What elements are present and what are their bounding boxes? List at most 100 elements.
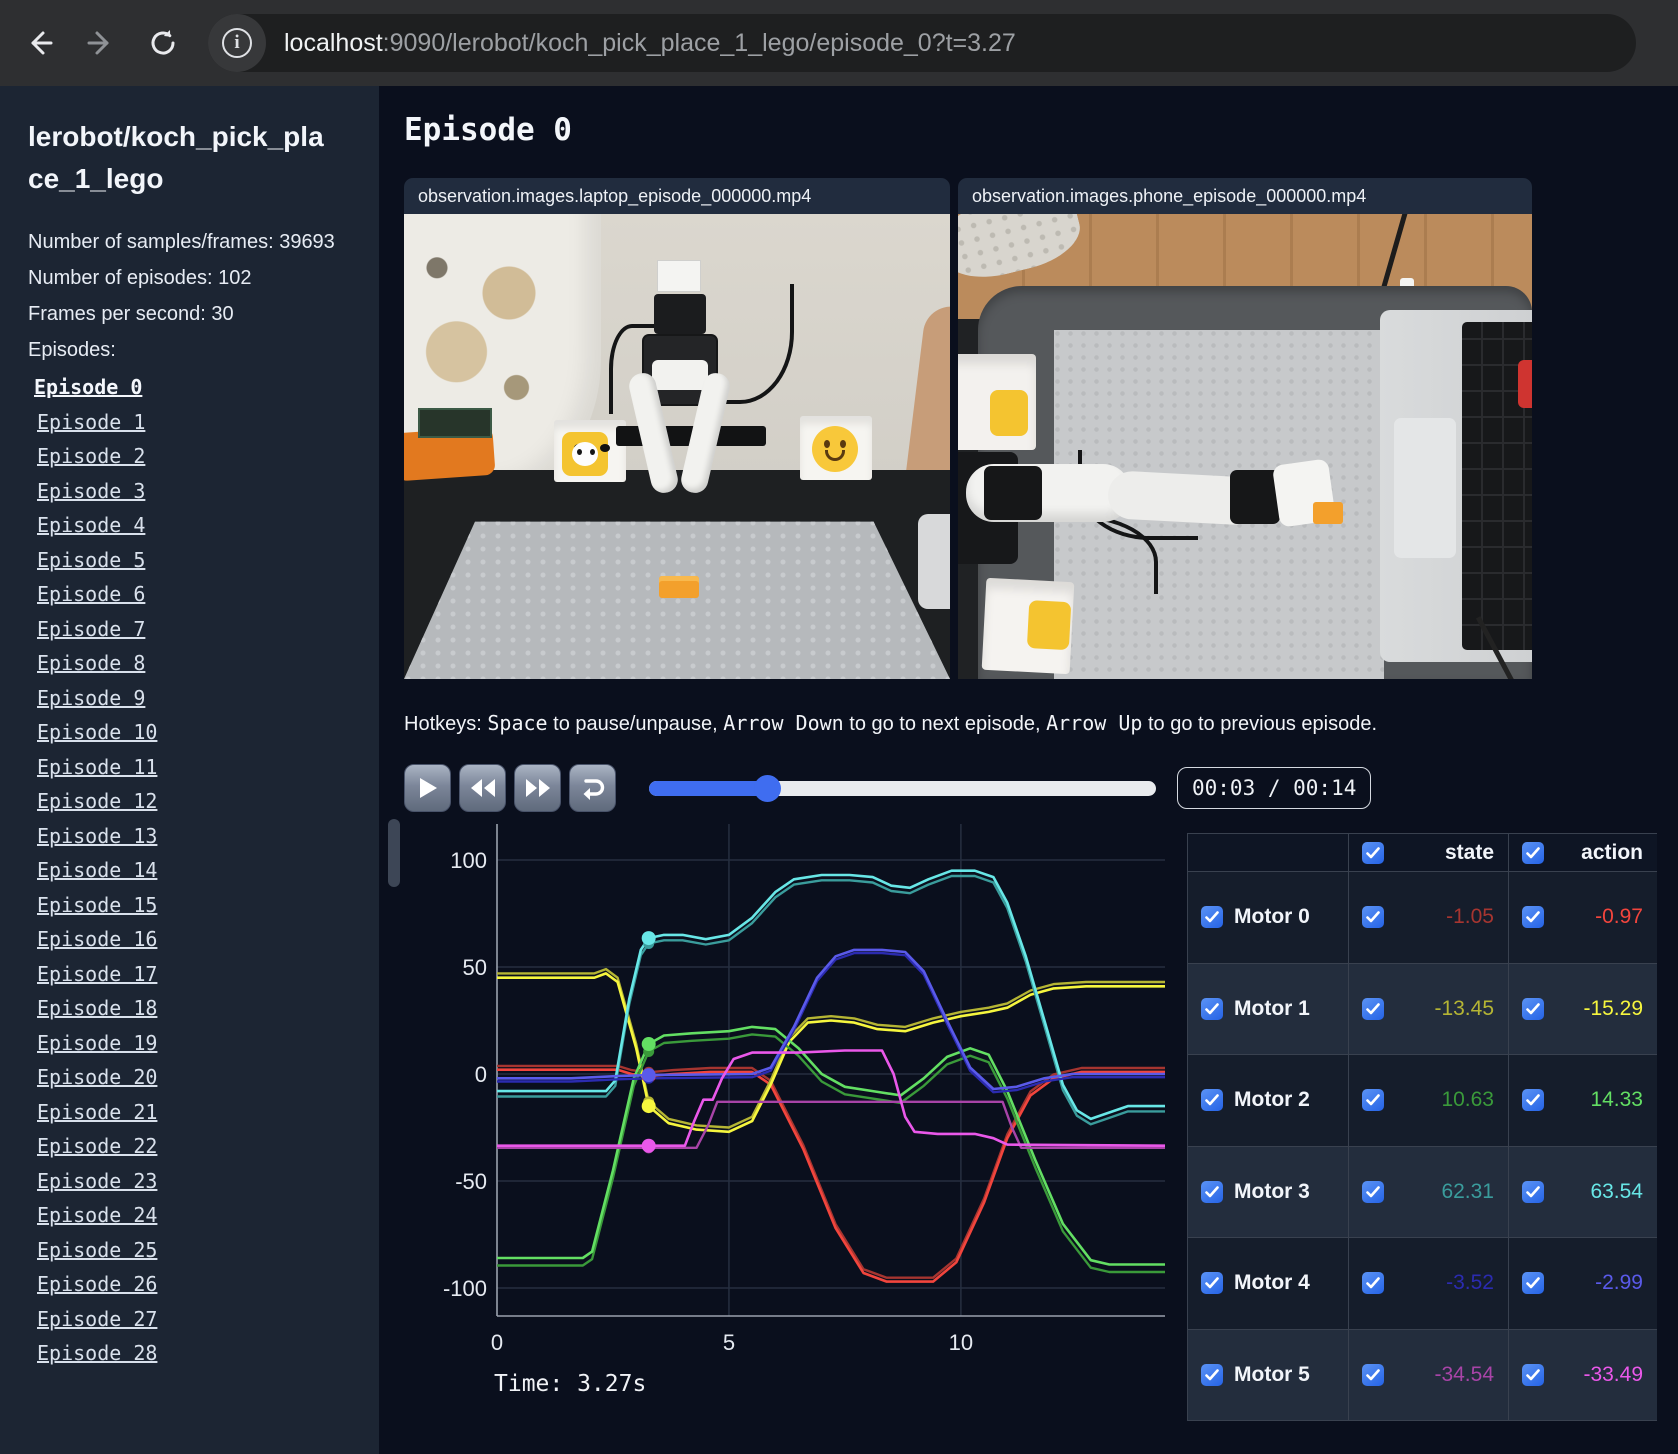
orange-lego-brick (1313, 502, 1343, 524)
hotkey-arrow-down: Arrow Down (723, 711, 844, 735)
checkbox-checked[interactable] (1522, 1089, 1544, 1112)
sidebar-episode-link[interactable]: Episode 21 (28, 1095, 379, 1130)
dataset-info-line: Number of episodes: 102 (28, 267, 252, 289)
sidebar-episode-link[interactable]: Episode 1 (28, 405, 379, 440)
motor-action-value: -33.49 (1509, 1329, 1657, 1421)
video-title-phone: observation.images.phone_episode_000000.… (958, 178, 1532, 214)
site-info-button[interactable]: i (208, 14, 266, 72)
rewind-button[interactable] (459, 764, 506, 812)
sidebar-episode-link[interactable]: Episode 9 (28, 681, 379, 716)
checkbox-checked[interactable] (1201, 1363, 1223, 1386)
checkbox-checked[interactable] (1522, 906, 1544, 929)
dataset-info-line: Episodes: (28, 339, 116, 361)
dataset-info-line: Frames per second: 30 (28, 303, 234, 325)
video-card-laptop: observation.images.laptop_episode_000000… (404, 178, 950, 679)
sidebar-episode-link[interactable]: Episode 3 (28, 474, 379, 509)
play-icon (419, 778, 437, 798)
sidebar-episode-link[interactable]: Episode 12 (28, 784, 379, 819)
state-column-header: state (1349, 834, 1509, 872)
sidebar-episode-link[interactable]: Episode 25 (28, 1233, 379, 1268)
robot-camera (654, 294, 706, 334)
chart-time-label: Time: 3.27s (494, 1371, 646, 1397)
checkbox-checked[interactable] (1201, 1272, 1223, 1295)
seek-slider-thumb[interactable] (754, 774, 782, 802)
sidebar-episode-link[interactable]: Episode 27 (28, 1302, 379, 1337)
action-column-header: action (1509, 834, 1657, 872)
checkbox-checked[interactable] (1522, 1272, 1544, 1295)
motor-chart[interactable]: 100 50 0 -50 -100 0 5 10 Time: 3.27s (404, 824, 1179, 1424)
dataset-title: lerobot/koch_pick_place_1_lego (28, 121, 324, 194)
checkbox-checked[interactable] (1522, 841, 1544, 864)
play-button[interactable] (404, 764, 451, 812)
checkbox-checked[interactable] (1522, 1363, 1544, 1386)
checkbox-checked[interactable] (1362, 1272, 1384, 1295)
sidebar-episode-link[interactable]: Episode 20 (28, 1060, 379, 1095)
y-tick-label: 100 (450, 848, 487, 873)
checkbox-checked[interactable] (1201, 1089, 1223, 1112)
checkbox-checked[interactable] (1522, 997, 1544, 1020)
sidebar-episode-link[interactable]: Episode 13 (28, 819, 379, 854)
player-controls: 00:03 / 00:14 (404, 764, 1678, 812)
sidebar-episode-link[interactable]: Episode 11 (28, 750, 379, 785)
hotkey-arrow-up: Arrow Up (1046, 711, 1143, 735)
checkbox-checked[interactable] (1362, 906, 1384, 929)
x-tick-label: 0 (491, 1330, 503, 1355)
sidebar-episode-link[interactable]: Episode 16 (28, 922, 379, 957)
checkbox-checked[interactable] (1522, 1180, 1544, 1203)
checkbox-checked[interactable] (1362, 841, 1384, 864)
circuit-board (418, 408, 492, 438)
rewind-icon (470, 779, 495, 797)
robot-wrist (652, 360, 708, 390)
sidebar-episode-link[interactable]: Episode 22 (28, 1129, 379, 1164)
sidebar-episode-link[interactable]: Episode 0 (28, 370, 379, 405)
forward-icon[interactable] (78, 20, 124, 66)
sidebar-episode-link[interactable]: Episode 26 (28, 1267, 379, 1302)
page-title: Episode 0 (404, 112, 572, 148)
robot-part (918, 514, 950, 609)
checkbox-checked[interactable] (1201, 1180, 1223, 1203)
checkbox-checked[interactable] (1362, 1089, 1384, 1112)
sidebar-episode-link[interactable]: Episode 2 (28, 439, 379, 474)
sidebar-episode-link[interactable]: Episode 7 (28, 612, 379, 647)
checkbox-checked[interactable] (1362, 997, 1384, 1020)
reload-icon[interactable] (140, 20, 186, 66)
sidebar-episode-link[interactable]: Episode 17 (28, 957, 379, 992)
scrollbar-thumb[interactable] (388, 819, 400, 887)
sidebar-episode-link[interactable]: Episode 23 (28, 1164, 379, 1199)
sidebar-episode-link[interactable]: Episode 24 (28, 1198, 379, 1233)
sidebar-episode-link[interactable]: Episode 14 (28, 853, 379, 888)
motor-action-value: -2.99 (1509, 1238, 1657, 1330)
address-bar[interactable]: i localhost:9090/lerobot/koch_pick_place… (208, 14, 1636, 72)
sidebar-episode-link[interactable]: Episode 5 (28, 543, 379, 578)
sidebar-episode-link[interactable]: Episode 4 (28, 508, 379, 543)
chart-and-table: 100 50 0 -50 -100 0 5 10 Time: 3.27s state action… (404, 824, 1678, 1424)
motor-table: state action Motor 0 -1.05 -0.97 Motor 1 -13.4… (1187, 833, 1657, 1421)
sidebar-episode-link[interactable]: Episode 19 (28, 1026, 379, 1061)
loop-button[interactable] (569, 764, 616, 812)
sidebar-episode-link[interactable]: Episode 15 (28, 888, 379, 923)
url-text[interactable]: localhost:9090/lerobot/koch_pick_place_1… (284, 29, 1016, 58)
checkbox-checked[interactable] (1362, 1363, 1384, 1386)
huggingface-box (800, 416, 872, 480)
checkbox-checked[interactable] (1201, 997, 1223, 1020)
sidebar-episode-link[interactable]: Episode 28 (28, 1336, 379, 1371)
sidebar-episode-link[interactable]: Episode 6 (28, 577, 379, 612)
sidebar-episode-link[interactable]: Episode 10 (28, 715, 379, 750)
fast-forward-button[interactable] (514, 764, 561, 812)
video-title-laptop: observation.images.laptop_episode_000000… (404, 178, 950, 214)
huggingface-box (958, 354, 1036, 450)
laptop (1380, 310, 1532, 662)
browser-toolbar: i localhost:9090/lerobot/koch_pick_place… (0, 0, 1678, 86)
video-phone[interactable] (958, 214, 1532, 679)
seek-slider[interactable] (649, 774, 1156, 802)
back-icon[interactable] (16, 20, 62, 66)
robot-joint (984, 466, 1042, 520)
line-action-motor-3 (497, 869, 1165, 1121)
sidebar-episode-link[interactable]: Episode 8 (28, 646, 379, 681)
checkbox-checked[interactable] (1201, 906, 1223, 929)
video-laptop[interactable] (404, 214, 950, 679)
sidebar-episode-link[interactable]: Episode 18 (28, 991, 379, 1026)
checkbox-checked[interactable] (1362, 1180, 1384, 1203)
motor-action-value: 14.33 (1509, 1055, 1657, 1147)
url-host: localhost (284, 28, 383, 57)
